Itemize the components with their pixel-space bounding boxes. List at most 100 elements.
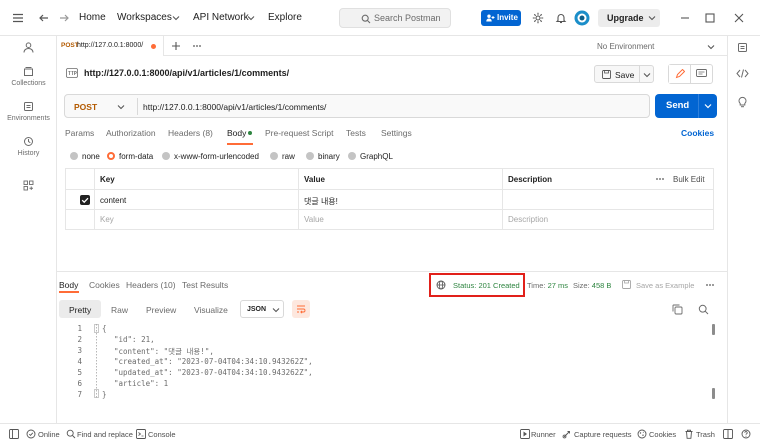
scrollbar-thumb[interactable] xyxy=(712,388,715,399)
bell-icon[interactable] xyxy=(555,12,567,24)
avatar[interactable] xyxy=(574,10,590,26)
send-button[interactable]: Send xyxy=(655,94,717,118)
copy-icon[interactable] xyxy=(672,304,683,315)
row-key[interactable]: content xyxy=(100,196,126,205)
code-line: { xyxy=(102,324,107,333)
request-name[interactable]: http://127.0.0.1:8000/api/v1/articles/1/… xyxy=(84,68,289,78)
radio-none[interactable]: none xyxy=(70,152,100,161)
user-icon[interactable] xyxy=(23,42,34,53)
format-visualize-button[interactable]: Visualize xyxy=(194,305,228,315)
nav-workspaces[interactable]: Workspaces xyxy=(117,12,172,23)
sidebar-item-history[interactable]: History xyxy=(0,136,57,160)
new-key-input[interactable]: Key xyxy=(100,215,114,224)
tab-body[interactable]: Body xyxy=(227,128,246,138)
response-tab-headers[interactable]: Headers (10) xyxy=(126,280,176,290)
format-preview-button[interactable]: Preview xyxy=(146,305,176,315)
wrap-lines-icon xyxy=(296,304,306,314)
code-icon[interactable] xyxy=(736,68,749,79)
tab-url: http://127.0.0.1:8000/ xyxy=(77,42,144,49)
more-options-icon[interactable] xyxy=(655,175,665,183)
chevron-down-icon[interactable] xyxy=(117,103,125,111)
radio-form-data[interactable]: form-data xyxy=(107,152,153,161)
divider xyxy=(66,209,713,210)
find-and-replace-button[interactable]: Find and replace xyxy=(77,430,133,439)
url-input[interactable]: http://127.0.0.1:8000/api/v1/articles/1/… xyxy=(143,102,326,112)
row-value[interactable]: 댓글 내용! xyxy=(304,196,338,207)
trash-button[interactable]: Trash xyxy=(696,430,715,439)
search-icon[interactable] xyxy=(698,304,709,315)
comment-icon[interactable] xyxy=(696,69,707,79)
runner-button[interactable]: Runner xyxy=(531,430,556,439)
tab-params[interactable]: Params xyxy=(65,128,94,138)
nav-explore[interactable]: Explore xyxy=(268,12,302,23)
format-raw-button[interactable]: Raw xyxy=(111,305,128,315)
chevron-down-icon[interactable] xyxy=(707,43,715,51)
bulk-edit-link[interactable]: Bulk Edit xyxy=(673,175,705,184)
tab-pre-request-script[interactable]: Pre-request Script xyxy=(265,128,334,138)
nav-api-network[interactable]: API Network xyxy=(193,12,249,23)
search-input[interactable]: Search Postman xyxy=(339,8,451,28)
minimize-icon[interactable] xyxy=(680,13,690,23)
chevron-down-icon[interactable] xyxy=(704,102,712,110)
tab-settings[interactable]: Settings xyxy=(381,128,412,138)
chevron-down-icon[interactable] xyxy=(643,71,651,79)
method-select[interactable]: POST xyxy=(74,102,97,112)
tab-authorization[interactable]: Authorization xyxy=(106,128,156,138)
response-body-viewer[interactable]: 1 { 2 "id": 21, 3 "content": "댓글 내용!", 4… xyxy=(57,322,719,418)
environment-select[interactable]: No Environment xyxy=(597,42,654,51)
tab-tests[interactable]: Tests xyxy=(346,128,366,138)
sidebar-item-label: Collections xyxy=(11,80,46,87)
sidebar-item-environments[interactable]: Environments xyxy=(0,101,57,125)
more-tabs-icon[interactable] xyxy=(192,41,202,51)
response-tab-test-results[interactable]: Test Results xyxy=(182,280,228,290)
pane-divider[interactable] xyxy=(57,271,727,272)
layout-toggle-icon[interactable] xyxy=(723,429,733,439)
new-description-input[interactable]: Description xyxy=(508,215,548,224)
language-select[interactable]: JSON xyxy=(240,300,284,318)
radio-graphql[interactable]: GraphQL xyxy=(348,152,393,161)
edit-button[interactable] xyxy=(669,65,691,83)
divider xyxy=(698,94,699,118)
radio-x-www-form-urlencoded[interactable]: x-www-form-urlencoded xyxy=(162,152,259,161)
hamburger-menu-icon[interactable] xyxy=(12,12,24,24)
environment-quicklook-icon[interactable] xyxy=(737,42,748,53)
scrollbar-thumb[interactable] xyxy=(712,324,715,335)
fold-gutter xyxy=(94,324,99,398)
response-tab-body[interactable]: Body xyxy=(59,280,78,290)
row-checkbox[interactable] xyxy=(80,195,90,205)
left-sidebar: Collections Environments History xyxy=(0,36,57,423)
apps-grid-icon[interactable] xyxy=(23,180,34,191)
upgrade-button[interactable]: Upgrade xyxy=(598,9,660,27)
sidebar-item-collections[interactable]: Collections xyxy=(0,66,57,90)
nav-home[interactable]: Home xyxy=(79,12,106,23)
code-line: } xyxy=(102,390,107,399)
save-as-example-button[interactable]: Save as Example xyxy=(636,281,694,290)
maximize-icon[interactable] xyxy=(705,13,715,23)
gear-icon[interactable] xyxy=(532,12,544,24)
back-arrow-icon[interactable] xyxy=(38,12,50,24)
forward-arrow-icon[interactable] xyxy=(58,12,70,24)
lightbulb-icon[interactable] xyxy=(737,96,748,108)
cookies-button[interactable]: Cookies xyxy=(649,430,676,439)
tab-headers[interactable]: Headers (8) xyxy=(168,128,213,138)
status-badge: Status: 201 Created xyxy=(453,281,520,290)
console-button[interactable]: Console xyxy=(148,430,176,439)
response-tab-cookies[interactable]: Cookies xyxy=(89,280,120,290)
close-icon[interactable] xyxy=(734,13,744,23)
invite-button[interactable]: Invite xyxy=(481,10,521,26)
more-options-icon[interactable] xyxy=(705,281,715,289)
new-value-input[interactable]: Value xyxy=(304,215,324,224)
cookies-link[interactable]: Cookies xyxy=(681,128,714,138)
save-button[interactable]: Save xyxy=(594,65,654,83)
new-tab-plus-icon[interactable] xyxy=(171,41,181,51)
radio-binary[interactable]: binary xyxy=(306,152,340,161)
toggle-sidebar-icon[interactable] xyxy=(9,429,19,439)
radio-raw[interactable]: raw xyxy=(270,152,295,161)
help-icon[interactable] xyxy=(741,429,751,439)
capture-requests-button[interactable]: Capture requests xyxy=(574,430,632,439)
online-status[interactable]: Online xyxy=(38,430,60,439)
divider xyxy=(137,98,138,115)
request-tab[interactable]: POST http://127.0.0.1:8000/ xyxy=(57,36,164,56)
wrap-lines-button[interactable] xyxy=(292,300,310,318)
radio-dot xyxy=(107,152,115,160)
